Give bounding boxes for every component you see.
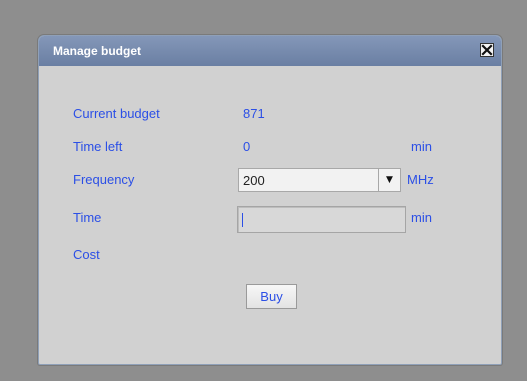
manage-budget-dialog: Manage budget Current budget 871 Time le… xyxy=(38,35,502,365)
text-caret xyxy=(242,213,243,227)
dialog-titlebar[interactable]: Manage budget xyxy=(39,36,501,66)
cost-label: Cost xyxy=(73,247,100,262)
time-unit: min xyxy=(411,210,432,225)
time-left-unit: min xyxy=(411,139,432,154)
time-left-value: 0 xyxy=(243,139,251,154)
time-input[interactable] xyxy=(237,206,406,233)
chevron-down-icon[interactable]: ▼ xyxy=(378,169,400,191)
dialog-title: Manage budget xyxy=(53,44,142,58)
current-budget-label: Current budget xyxy=(73,106,160,121)
close-icon[interactable] xyxy=(480,43,494,57)
time-left-label: Time left xyxy=(73,139,123,154)
frequency-select[interactable]: 200 ▼ xyxy=(238,168,401,192)
time-label: Time xyxy=(73,210,102,225)
buy-button[interactable]: Buy xyxy=(246,284,297,309)
current-budget-value: 871 xyxy=(243,106,265,121)
frequency-selected-value: 200 xyxy=(243,173,265,188)
frequency-unit: MHz xyxy=(407,172,434,187)
frequency-label: Frequency xyxy=(73,172,135,187)
